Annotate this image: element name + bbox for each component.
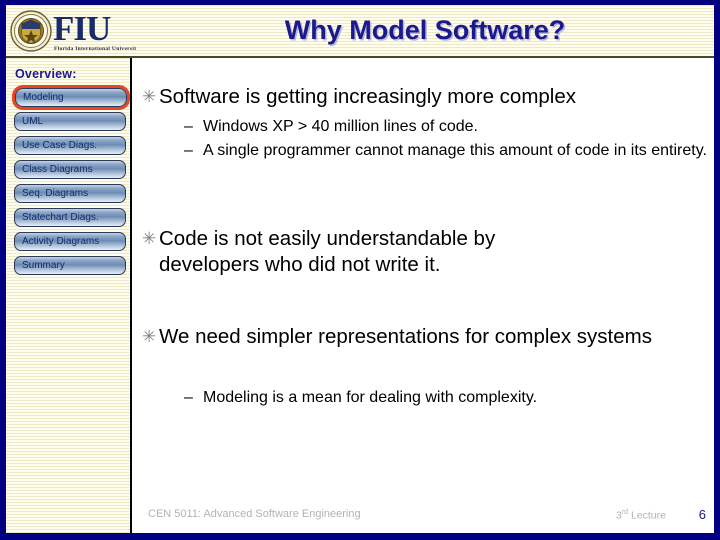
sidebar-item-uml[interactable]: UML	[14, 112, 126, 131]
footer-page-number: 6	[698, 507, 706, 522]
bullet-item: ✳ Software is getting increasingly more …	[142, 84, 702, 110]
sidebar-item-statechart-diags[interactable]: Statechart Diags.	[14, 208, 126, 227]
sub-bullet-text: Modeling is a mean for dealing with comp…	[203, 389, 538, 406]
slide-border-left	[0, 0, 6, 540]
bullet-asterisk-icon: ✳	[142, 327, 157, 346]
sidebar-heading: Overview:	[15, 67, 77, 81]
slide-border-top	[0, 0, 720, 5]
footer-lecture-label: 3rd Lecture	[616, 509, 666, 522]
slide-border-bottom	[0, 533, 720, 540]
sidebar-divider	[130, 58, 132, 533]
slide-header: FIU Florida International University Why…	[6, 5, 714, 56]
dash-icon: –	[184, 142, 193, 159]
sidebar-item-class-diagrams[interactable]: Class Diagrams	[14, 160, 126, 179]
dash-icon: –	[184, 118, 193, 135]
sidebar-item-modeling[interactable]: Modeling	[15, 88, 127, 107]
bullet-text: We need simpler representations for comp…	[159, 325, 652, 348]
fiu-subtitle: Florida International University	[54, 46, 136, 52]
slide-body: ✳ Software is getting increasingly more …	[132, 58, 714, 498]
bullet-asterisk-icon: ✳	[142, 229, 157, 248]
sidebar-item-use-case-diags[interactable]: Use Case Diags.	[14, 136, 126, 155]
header-underline	[6, 56, 714, 58]
dash-icon: –	[184, 389, 193, 406]
slide-border-right	[714, 0, 720, 540]
bullet-asterisk-icon: ✳	[142, 87, 157, 106]
page-title: Why Model Software?	[284, 15, 566, 45]
bullet-item: ✳ Code is not easily understandable by d…	[142, 226, 562, 278]
sidebar-item-activity-diagrams[interactable]: Activity Diagrams	[14, 232, 126, 251]
sub-bullet-text: A single programmer cannot manage this a…	[203, 142, 707, 159]
sub-bullet-item: – Modeling is a mean for dealing with co…	[184, 386, 704, 409]
sidebar: Overview: Modeling UML Use Case Diags. Clas…	[6, 58, 131, 533]
footer-lecture-word: Lecture	[628, 509, 666, 522]
sidebar-nav-list: Modeling UML Use Case Diags. Class Diagrams…	[14, 88, 127, 280]
bullet-item: ✳ We need simpler representations for co…	[142, 324, 662, 350]
bullet-text: Software is getting increasingly more co…	[159, 85, 577, 108]
slide-footer: CEN 5011: Advanced Software Engineering …	[132, 505, 714, 529]
sidebar-item-seq-diagrams[interactable]: Seq. Diagrams	[14, 184, 126, 203]
fiu-wordmark: FIU	[53, 9, 111, 48]
sub-bullet-text: Windows XP > 40 million lines of code.	[203, 118, 478, 135]
bullet-text: Code is not easily understandable by dev…	[159, 227, 496, 276]
sidebar-item-summary[interactable]: Summary	[14, 256, 126, 275]
fiu-seal-icon	[10, 9, 52, 52]
sub-bullet-item: – Windows XP > 40 million lines of code.	[184, 115, 704, 138]
slide-canvas: FIU Florida International University Why…	[0, 0, 720, 540]
fiu-logo: FIU Florida International University	[6, 5, 136, 56]
footer-course-label: CEN 5011: Advanced Software Engineering	[148, 508, 361, 520]
sub-bullet-item: – A single programmer cannot manage this…	[184, 139, 714, 162]
